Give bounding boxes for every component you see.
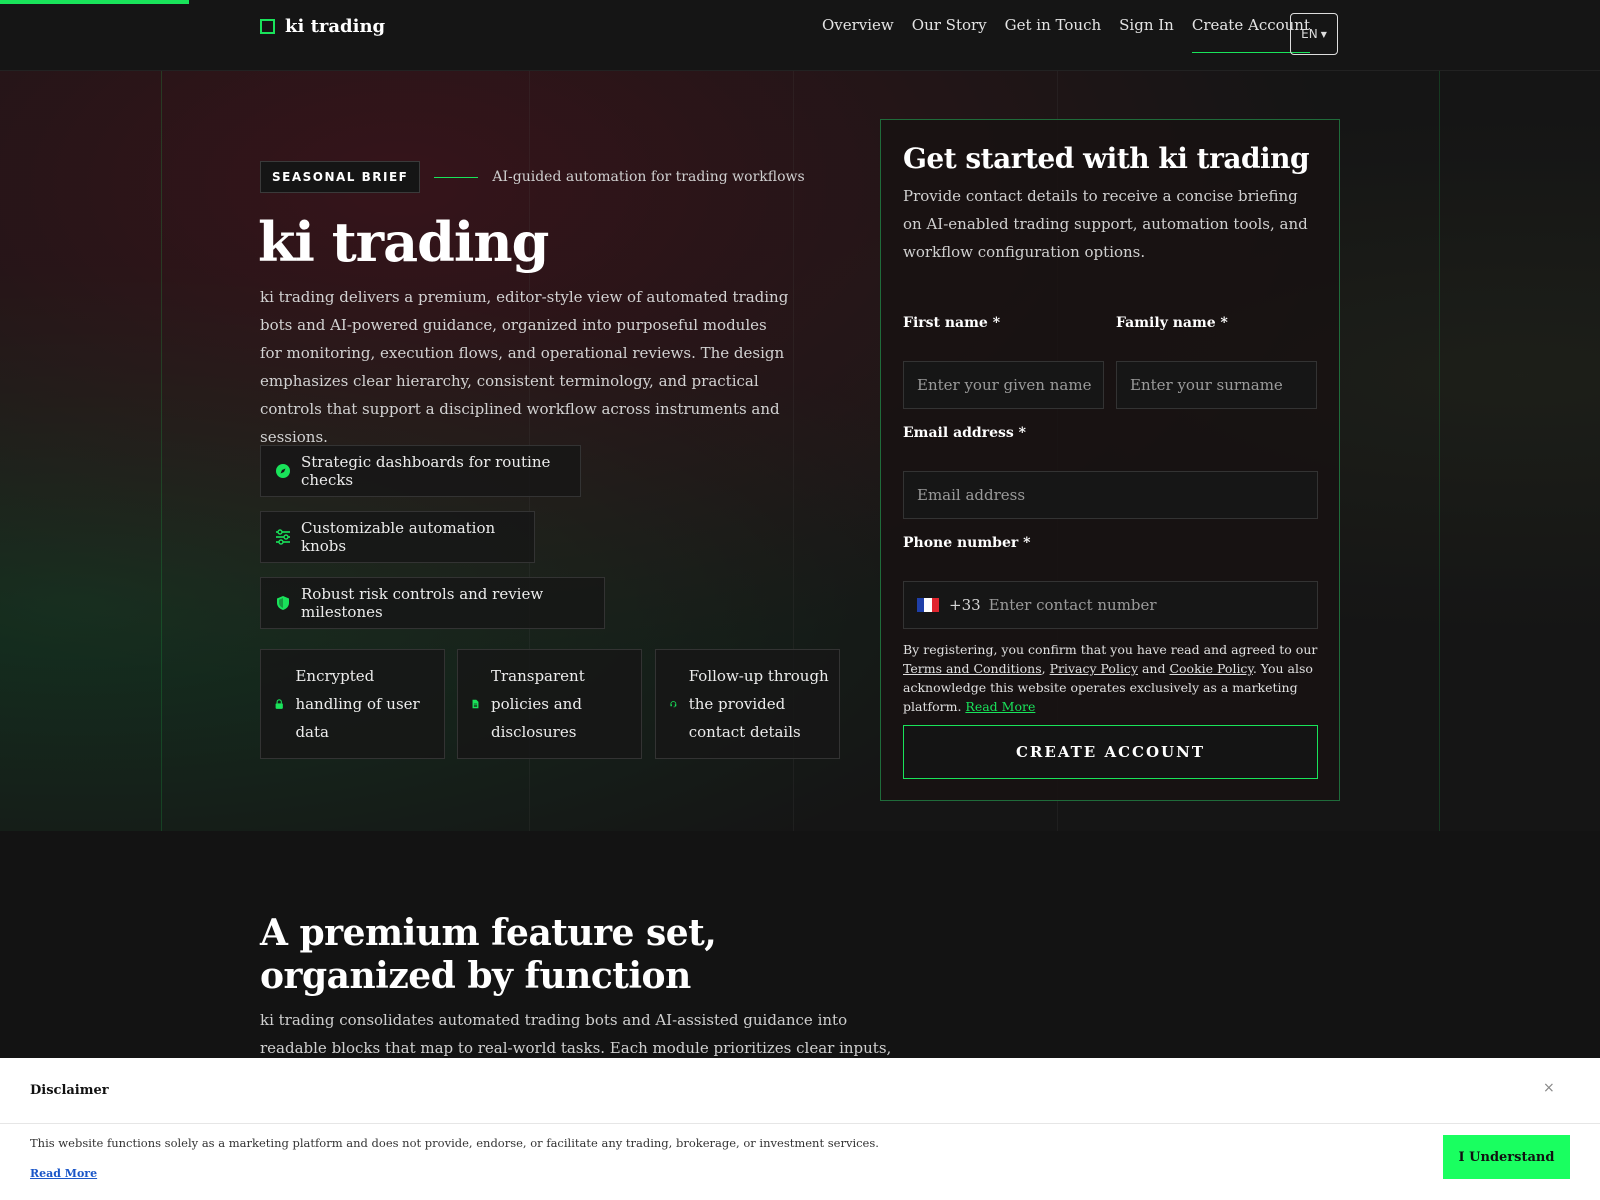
nav-sign-in[interactable]: Sign In [1119,14,1174,52]
hero-tagline: AI-guided automation for trading workflo… [492,169,805,185]
sliders-icon [276,529,290,545]
email-placeholder: Email address [917,486,1026,504]
progress-fill [0,0,189,4]
shield-icon [277,596,289,610]
card-label: Transparent policies and disclosures [490,667,585,741]
top-header: ki trading Overview Our Story Get in Tou… [0,0,1600,71]
disclaimer-title: Disclaimer [30,1083,109,1098]
first-name-placeholder: Enter your given name [917,376,1092,394]
phone-placeholder: Enter contact number [988,596,1157,614]
email-input[interactable]: Email address [903,471,1318,519]
brand-square-icon [260,19,275,34]
compass-icon [276,464,290,478]
nav-overview[interactable]: Overview [822,14,894,52]
form-description: Provide contact details to receive a con… [903,187,1308,261]
understand-button[interactable]: I Understand [1443,1135,1570,1179]
nav-get-in-touch[interactable]: Get in Touch [1005,14,1101,52]
email-label: Email address * [903,425,1026,441]
page-progress-bar [0,0,1600,4]
tag-divider [434,176,479,178]
read-more-link[interactable]: Read More [965,699,1035,714]
feature-pill-dashboards: Strategic dashboards for routine checks [260,445,581,497]
main-nav: Overview Our Story Get in Touch Sign In … [822,14,1310,53]
disclaimer-text: This website functions solely as a marke… [30,1136,879,1150]
phone-label: Phone number * [903,535,1031,551]
brand-name: ki trading [285,16,386,37]
signup-panel: Get started with ki trading Provide cont… [880,119,1340,801]
features-title: A premium feature set, organized by func… [260,912,717,997]
cookie-link[interactable]: Cookie Policy [1169,661,1252,676]
hero-description: ki trading delivers a premium, editor-st… [260,288,789,446]
dial-code: +33 [949,596,981,614]
privacy-link[interactable]: Privacy Policy [1050,661,1138,676]
lock-icon [275,699,283,709]
decor-line [1439,71,1440,831]
nav-our-story[interactable]: Our Story [912,14,987,52]
card-label: Follow-up through the provided contact d… [688,667,829,741]
trust-card-encryption: Encrypted handling of user data [260,649,445,759]
trust-card-policies: Transparent policies and disclosures [457,649,642,759]
decor-line [161,71,162,831]
feature-pill-risk: Robust risk controls and review mileston… [260,577,605,629]
hero-tag-row: SEASONAL BRIEF AI-guided automation for … [260,161,805,193]
trust-card-followup: Follow-up through the provided contact d… [655,649,840,759]
pill-label: Robust risk controls and review mileston… [301,585,544,621]
disclaimer-header: Disclaimer × [0,1058,1600,1124]
headset-icon [670,701,677,708]
first-name-label: First name * [903,315,1001,331]
disclaimer-banner: Disclaimer × This website functions sole… [0,1058,1600,1200]
legal-comma: , [1041,661,1050,676]
seasonal-tag: SEASONAL BRIEF [260,161,421,193]
card-label: Encrypted handling of user data [295,667,420,741]
close-icon[interactable]: × [1543,1080,1555,1096]
caret-down-icon: ▼ [1320,29,1327,39]
family-name-label: Family name * [1116,315,1228,331]
language-selector[interactable]: EN ▼ [1290,13,1338,55]
phone-input[interactable]: +33 Enter contact number [903,581,1318,629]
legal-and: and [1138,661,1170,676]
family-name-input[interactable]: Enter your surname [1116,361,1317,409]
language-code: EN [1301,27,1318,41]
disclaimer-read-more-link[interactable]: Read More [30,1167,97,1180]
feature-pill-automation: Customizable automation knobs [260,511,535,563]
terms-link[interactable]: Terms and Conditions [903,661,1042,676]
brand-logo[interactable]: ki trading [260,16,385,37]
hero-title: ki trading [258,210,549,274]
legal-consent-text: By registering, you confirm that you hav… [903,640,1321,716]
create-account-button[interactable]: CREATE ACCOUNT [903,725,1318,779]
pill-label: Customizable automation knobs [301,519,496,555]
form-title: Get started with ki trading [903,142,1310,175]
pill-label: Strategic dashboards for routine checks [301,453,551,489]
first-name-input[interactable]: Enter your given name [903,361,1104,409]
france-flag-icon[interactable] [917,598,939,612]
family-name-placeholder: Enter your surname [1130,376,1283,394]
legal-prefix: By registering, you confirm that you hav… [903,642,1318,657]
document-icon [472,699,479,709]
